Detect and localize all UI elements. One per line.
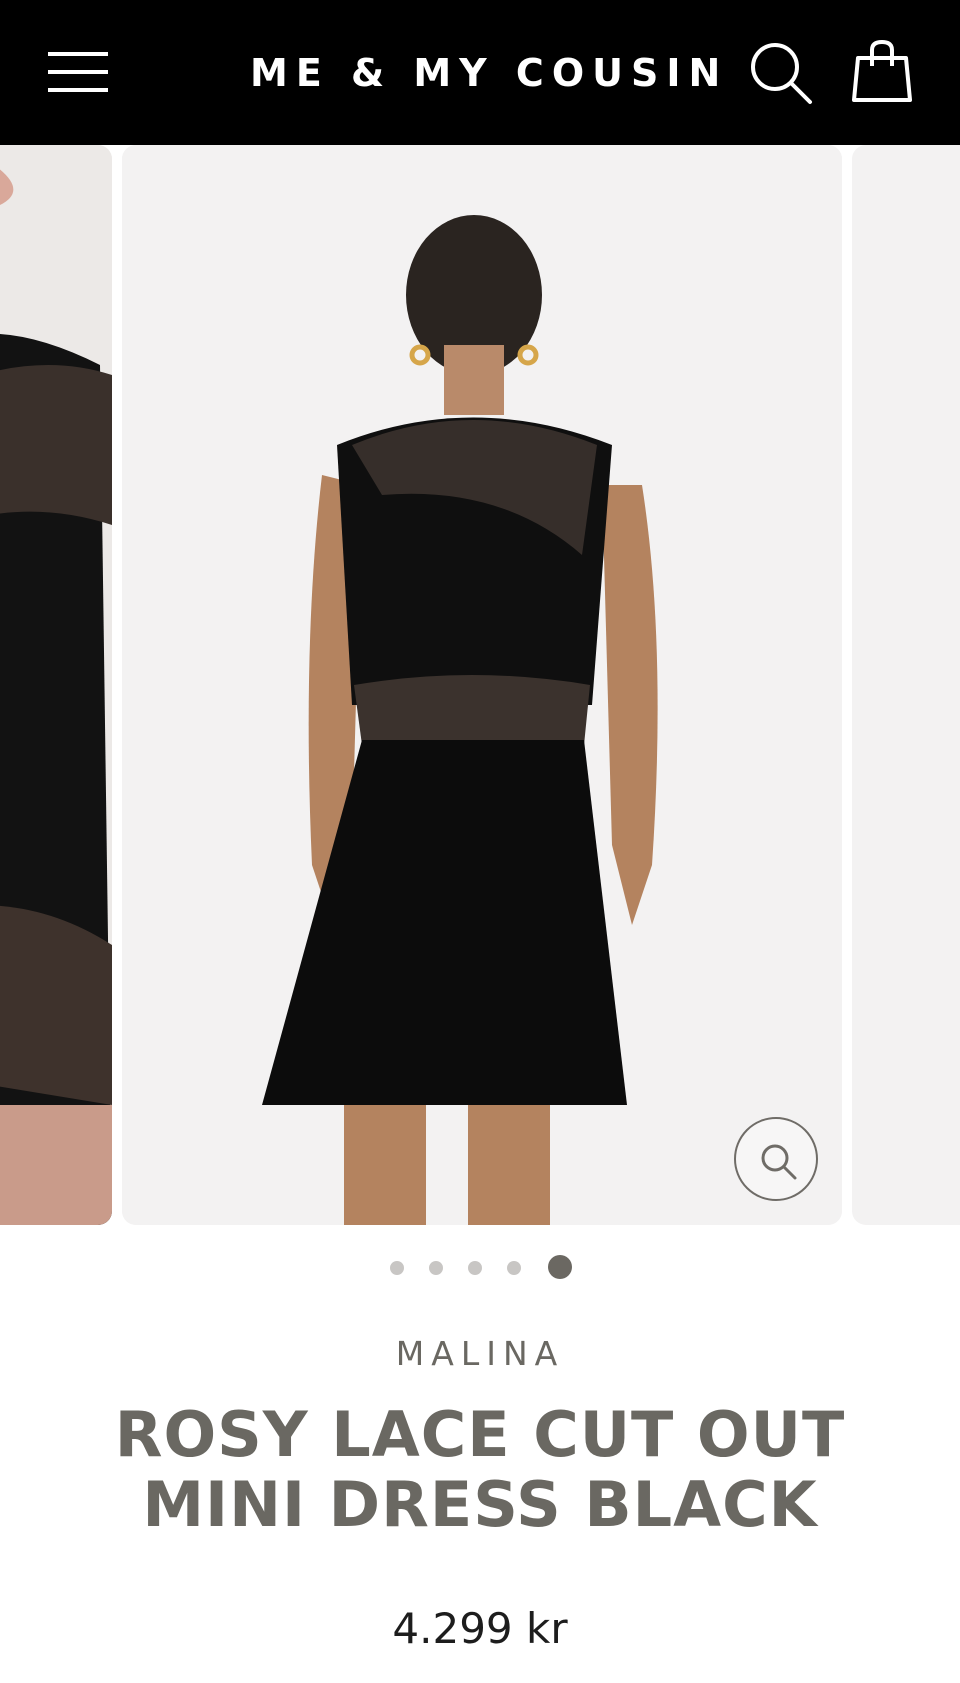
carousel-dot-active[interactable] (548, 1255, 572, 1279)
product-title: ROSY LACE CUT OUT MINI DRESS BLACK (60, 1400, 900, 1540)
menu-icon (48, 52, 108, 92)
carousel-pagination (388, 1254, 578, 1282)
product-image-current[interactable] (122, 145, 842, 1225)
site-header: ME & MY COUSIN (0, 0, 960, 145)
product-title-line: MINI DRESS BLACK (142, 1468, 818, 1541)
cart-button[interactable] (852, 38, 912, 104)
product-brand[interactable]: MALINA (0, 1334, 960, 1373)
brand-logo[interactable]: ME & MY COUSIN (250, 48, 720, 98)
carousel-dot[interactable] (507, 1261, 521, 1275)
product-price: 4.299 kr (392, 1604, 568, 1653)
dress-back-view-image (122, 145, 842, 1225)
shopping-bag-icon (852, 39, 912, 102)
carousel-dot[interactable] (468, 1261, 482, 1275)
product-image-next[interactable] (852, 145, 960, 1225)
product-image-previous[interactable] (0, 145, 112, 1225)
dress-closeup-image (0, 145, 112, 1225)
search-icon (751, 43, 812, 104)
zoom-icon (761, 1144, 797, 1180)
product-image-carousel[interactable] (0, 145, 960, 1225)
product-title-line: ROSY LACE CUT OUT (114, 1398, 846, 1471)
carousel-dot[interactable] (390, 1261, 404, 1275)
zoom-button[interactable] (734, 1117, 818, 1201)
carousel-dot[interactable] (429, 1261, 443, 1275)
menu-button[interactable] (42, 42, 112, 102)
search-button[interactable] (748, 40, 814, 106)
